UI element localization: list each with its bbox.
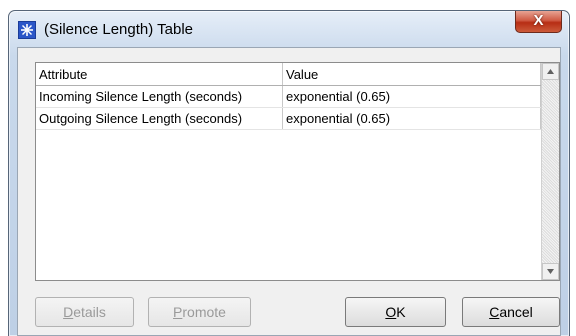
value-cell[interactable]: exponential (0.65) (282, 107, 541, 130)
title-bar[interactable]: (Silence Length) Table X (9, 11, 569, 47)
dialog-window: (Silence Length) Table X Attribute Value… (8, 10, 570, 336)
ok-button[interactable]: OK (345, 297, 446, 327)
attribute-grid: Attribute Value Incoming Silence Length … (36, 63, 541, 130)
app-star-icon (18, 21, 36, 39)
vertical-scrollbar[interactable] (541, 63, 559, 280)
chevron-up-icon (547, 69, 554, 74)
table-header-row: Attribute Value (36, 63, 541, 86)
scroll-down-button[interactable] (542, 263, 559, 280)
attribute-cell[interactable]: Outgoing Silence Length (seconds) (36, 107, 283, 130)
scroll-up-button[interactable] (542, 63, 559, 80)
dialog-client-area: Attribute Value Incoming Silence Length … (17, 47, 561, 336)
attribute-cell[interactable]: Incoming Silence Length (seconds) (36, 85, 283, 108)
promote-button[interactable]: Promote (148, 297, 251, 327)
table-row[interactable]: Outgoing Silence Length (seconds) expone… (36, 107, 541, 130)
chevron-down-icon (547, 269, 554, 274)
close-button[interactable]: X (515, 11, 562, 33)
cancel-button[interactable]: Cancel (462, 297, 560, 327)
column-header-value[interactable]: Value (282, 63, 541, 86)
details-button[interactable]: Details (35, 297, 134, 327)
attribute-table: Attribute Value Incoming Silence Length … (35, 62, 560, 281)
value-cell[interactable]: exponential (0.65) (282, 85, 541, 108)
column-header-attribute[interactable]: Attribute (36, 63, 283, 86)
window-title: (Silence Length) Table (44, 21, 193, 38)
table-row[interactable]: Incoming Silence Length (seconds) expone… (36, 85, 541, 108)
close-icon: X (533, 12, 544, 29)
